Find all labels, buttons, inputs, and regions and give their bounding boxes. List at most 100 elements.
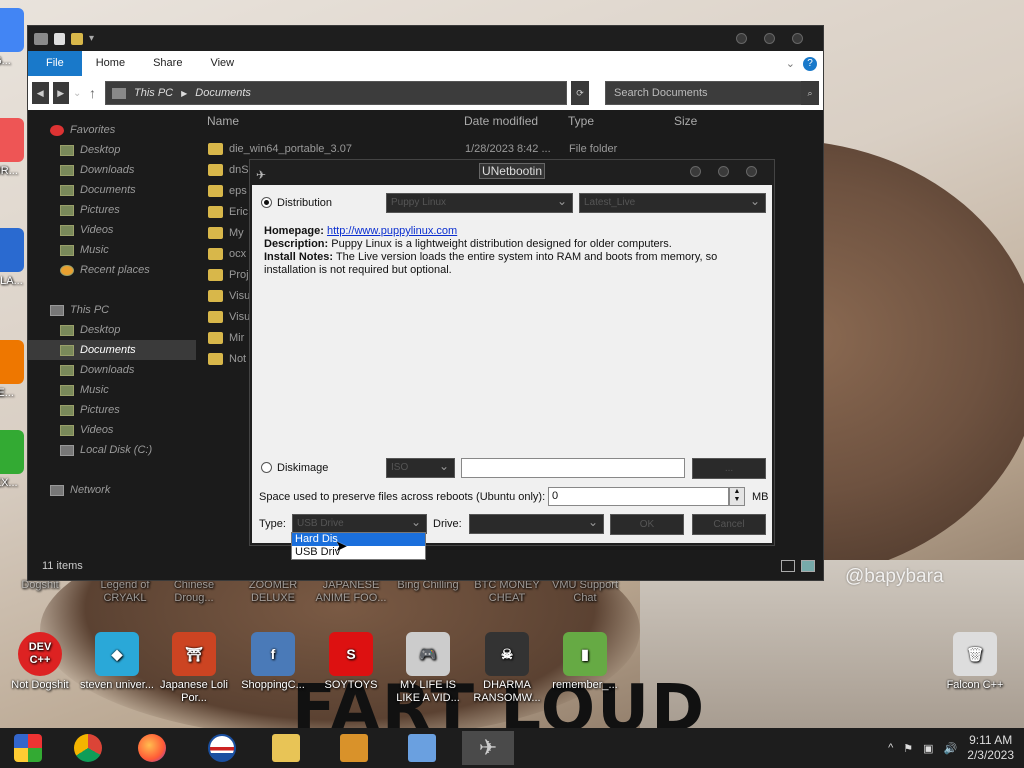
desktop-icon[interactable]: Legend of CRYAKL [87, 579, 163, 605]
desktop-icon[interactable]: G... [0, 8, 28, 68]
notepad-icon[interactable] [396, 731, 448, 765]
search-icon[interactable]: ⌕ [801, 81, 819, 105]
desktop-icon[interactable]: ◆ steven univer... [79, 632, 155, 692]
desktop-icon[interactable]: ☠ DHARMA RANSOMW... [469, 632, 545, 705]
nav-item-pictures[interactable]: Pictures [28, 200, 196, 220]
homepage-link[interactable]: http://www.puppylinux.com [327, 225, 457, 237]
persistence-spinner[interactable]: ▲ ▼ [729, 487, 745, 506]
explorer-titlebar[interactable]: ▾ [28, 26, 823, 51]
nav-item-favorites[interactable]: Favorites [28, 120, 196, 140]
desktop-icon[interactable]: 🗑 Falcon C++ [937, 632, 1013, 692]
column-size[interactable]: Size [674, 114, 754, 128]
breadcrumb-documents[interactable]: Documents [195, 87, 251, 99]
tab-home[interactable]: Home [82, 51, 139, 76]
desktop-icon[interactable]: ⛩ Japanese Loli Por... [156, 632, 232, 705]
type-option-hard-disk[interactable]: Hard Dis [292, 533, 425, 546]
diskimage-type-select[interactable]: ISO [386, 457, 455, 478]
large-icons-view-icon[interactable] [801, 560, 815, 572]
persistence-input[interactable]: 0 [548, 487, 729, 506]
desktop-icon[interactable]: JAPANESE ANIME FOO... [313, 579, 389, 605]
browse-button[interactable]: ... [692, 458, 766, 479]
unetbootin-taskbar-icon[interactable]: ✈ [462, 731, 514, 765]
desktop-icon[interactable]: VMU Support Chat [547, 579, 623, 605]
nav-item-network[interactable]: Network [28, 480, 196, 500]
book-icon[interactable] [328, 731, 380, 765]
up-button[interactable]: ↑ [89, 85, 101, 101]
desktop-icon[interactable]: f ShoppingC... [235, 632, 311, 692]
nav-item-documents[interactable]: Documents [28, 180, 196, 200]
help-icon[interactable]: ? [803, 56, 817, 71]
type-option-usb-drive[interactable]: USB Driv [292, 546, 425, 559]
unetbootin-close-button[interactable] [746, 166, 757, 177]
cancel-button[interactable]: Cancel [692, 514, 766, 535]
nav-item-music[interactable]: Music [28, 380, 196, 400]
details-view-icon[interactable] [781, 560, 795, 572]
nav-item-music[interactable]: Music [28, 240, 196, 260]
show-hidden-icons-icon[interactable]: ^ [888, 742, 893, 754]
desktop-icon[interactable]: BE... [0, 340, 28, 400]
version-select[interactable]: Latest_Live [579, 192, 766, 213]
ok-button[interactable]: OK [610, 514, 684, 535]
close-button[interactable] [792, 33, 803, 44]
clock[interactable]: 9:11 AM 2/3/2023 [967, 733, 1014, 763]
desktop-icon[interactable]: ZOOMER DELUXE [235, 579, 311, 605]
new-folder-icon[interactable] [71, 32, 83, 45]
recent-dropdown-icon[interactable]: ⌄ [73, 88, 85, 99]
column-name[interactable]: Name [204, 114, 464, 128]
obama-logo-icon[interactable] [196, 731, 248, 765]
tab-share[interactable]: Share [139, 51, 196, 76]
unetbootin-minimize-button[interactable] [690, 166, 701, 177]
nav-item-local-disk-c[interactable]: Local Disk (C:) [28, 440, 196, 460]
nav-item-videos[interactable]: Videos [28, 220, 196, 240]
drive-select[interactable] [469, 513, 604, 534]
address-bar[interactable]: This PC ▶ Documents [105, 81, 567, 105]
column-type[interactable]: Type [568, 114, 674, 128]
desktop-icon[interactable]: SEX... [0, 430, 28, 490]
nav-item-this-pc[interactable]: This PC [28, 300, 196, 320]
file-explorer-icon[interactable] [260, 731, 312, 765]
start-button[interactable] [2, 731, 54, 765]
nav-item-documents[interactable]: Documents [28, 340, 196, 360]
refresh-button[interactable]: ⟳ [571, 81, 589, 105]
distribution-radio[interactable] [261, 197, 272, 208]
nav-item-downloads[interactable]: Downloads [28, 360, 196, 380]
volume-icon[interactable]: 🔊 [944, 742, 958, 755]
ribbon-expand-icon[interactable]: ⌄ [786, 57, 795, 70]
desktop-icon[interactable]: FUR... [0, 118, 28, 178]
unetbootin-window[interactable]: ✈ UNetbootin Distribution Puppy Linux La… [249, 159, 775, 546]
desktop-icon[interactable]: BTC MONEY CHEAT [469, 579, 545, 605]
desktop-icon[interactable]: ▮ remember_... [547, 632, 623, 692]
search-input[interactable]: Search Documents [605, 81, 803, 105]
desktop-icon[interactable]: OS LA... [0, 228, 28, 288]
nav-item-recent-places[interactable]: Recent places [28, 260, 196, 280]
firefox-icon[interactable] [126, 731, 178, 765]
desktop-icon[interactable]: Chinese Droug... [156, 579, 232, 605]
minimize-button[interactable] [736, 33, 747, 44]
desktop-icon[interactable]: 🎮 MY LIFE IS LIKE A VID... [390, 632, 466, 705]
nav-item-desktop[interactable]: Desktop [28, 140, 196, 160]
nav-item-videos[interactable]: Videos [28, 420, 196, 440]
nav-item-desktop[interactable]: Desktop [28, 320, 196, 340]
file-row[interactable]: die_win64_portable_3.07 1/28/2023 8:42 ..… [204, 138, 823, 159]
tab-file[interactable]: File [28, 51, 82, 76]
nav-item-pictures[interactable]: Pictures [28, 400, 196, 420]
desktop-icon[interactable]: S SOYTOYS [313, 632, 389, 692]
desktop-icon[interactable]: DEV C++ Not Dogshit [2, 632, 78, 692]
tab-view[interactable]: View [196, 51, 248, 76]
diskimage-radio[interactable] [261, 462, 272, 473]
distribution-select[interactable]: Puppy Linux [386, 192, 573, 213]
chrome-icon[interactable] [62, 731, 114, 765]
quick-access-dropdown-icon[interactable]: ▾ [89, 33, 94, 44]
properties-icon[interactable] [54, 32, 65, 45]
unetbootin-titlebar[interactable]: ✈ UNetbootin [250, 160, 774, 183]
back-button[interactable]: ◀ [32, 82, 49, 104]
forward-button[interactable]: ▶ [52, 82, 69, 104]
nav-item-downloads[interactable]: Downloads [28, 160, 196, 180]
network-icon[interactable]: ▣ [923, 742, 933, 755]
unetbootin-maximize-button[interactable] [718, 166, 729, 177]
action-center-flag-icon[interactable]: ⚑ [903, 742, 913, 755]
maximize-button[interactable] [764, 33, 775, 44]
column-date-modified[interactable]: Date modified [464, 114, 568, 128]
breadcrumb-this-pc[interactable]: This PC [134, 87, 173, 99]
diskimage-path-input[interactable] [461, 458, 685, 478]
